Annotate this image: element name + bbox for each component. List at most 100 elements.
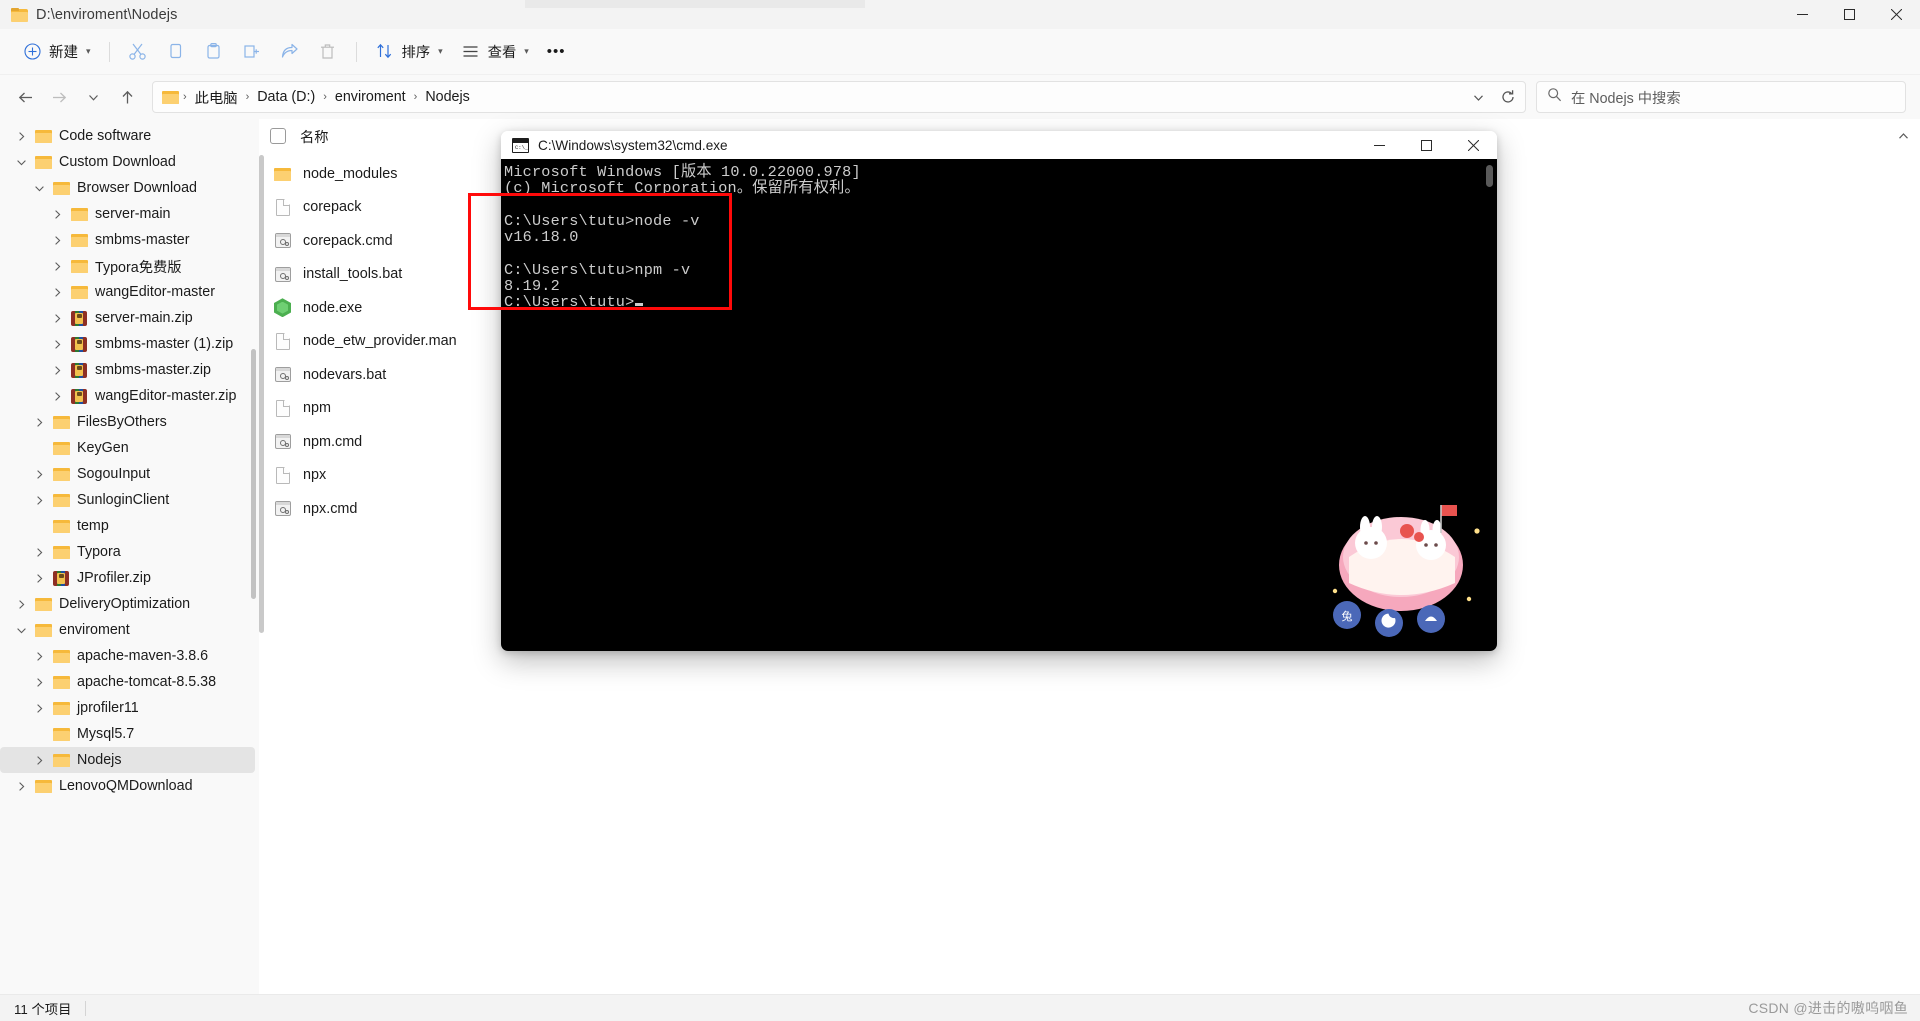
- share-button[interactable]: [271, 35, 309, 69]
- breadcrumb-item-2[interactable]: enviroment: [328, 86, 413, 108]
- refresh-button[interactable]: [1493, 83, 1523, 111]
- search-box[interactable]: 在 Nodejs 中搜索: [1536, 81, 1906, 113]
- tree-item-label: wangEditor-master: [95, 284, 215, 300]
- chevron-right-icon[interactable]: [28, 567, 50, 589]
- view-button[interactable]: 查看 ▾: [452, 35, 538, 69]
- chevron-right-icon[interactable]: [28, 697, 50, 719]
- tree-item-temp[interactable]: temp: [0, 513, 255, 539]
- scissors-icon: [128, 42, 148, 62]
- chevron-right-icon[interactable]: [28, 541, 50, 563]
- tree-item-smbms-master[interactable]: smbms-master: [0, 227, 255, 253]
- tree-item-enviroment[interactable]: enviroment: [0, 617, 255, 643]
- tree-item-wangeditor-master[interactable]: wangEditor-master: [0, 279, 255, 305]
- navigation-pane: Code software Custom Download Browser Down…: [0, 119, 259, 994]
- more-options-button[interactable]: •••: [538, 35, 575, 69]
- chevron-right-icon[interactable]: [46, 359, 68, 381]
- tree-item-jprofiler-zip[interactable]: JProfiler.zip: [0, 565, 255, 591]
- window-title: D:\enviroment\Nodejs: [36, 6, 178, 23]
- tree-item-browser-download[interactable]: Browser Download: [0, 175, 255, 201]
- tree-item-label: SogouInput: [77, 466, 151, 482]
- chevron-right-icon[interactable]: [28, 671, 50, 693]
- tree-item-server-main[interactable]: server-main: [0, 201, 255, 227]
- chevron-right-icon[interactable]: [46, 333, 68, 355]
- chevron-right-icon[interactable]: [46, 307, 68, 329]
- breadcrumb-item-1[interactable]: Data (D:): [250, 86, 322, 108]
- sidebar-scrollbar-thumb[interactable]: [251, 349, 256, 599]
- rename-button[interactable]: [233, 35, 271, 69]
- chevron-right-icon[interactable]: [28, 489, 50, 511]
- zip-archive-icon: [68, 387, 90, 405]
- chevron-right-icon[interactable]: [28, 645, 50, 667]
- tree-item-filesbyothers[interactable]: FilesByOthers: [0, 409, 255, 435]
- sort-button[interactable]: 排序 ▾: [366, 35, 452, 69]
- chevron-down-icon[interactable]: [10, 151, 32, 173]
- collapse-chevron-icon[interactable]: [1886, 119, 1920, 153]
- tree-item-jprofiler11[interactable]: jprofiler11: [0, 695, 255, 721]
- more-options-label: •••: [546, 43, 566, 60]
- folder-icon: [50, 465, 72, 483]
- chevron-right-icon[interactable]: [10, 775, 32, 797]
- chevron-right-icon[interactable]: [46, 255, 68, 277]
- file-pane-scrollbar[interactable]: [259, 155, 264, 633]
- cmd-minimize-button[interactable]: [1356, 131, 1403, 159]
- tree-item-mysql5-7[interactable]: Mysql5.7: [0, 721, 255, 747]
- tree-item-label: wangEditor-master.zip: [95, 388, 237, 404]
- tree-item-sogouinput[interactable]: SogouInput: [0, 461, 255, 487]
- tree-item-apache-maven-3-8-6[interactable]: apache-maven-3.8.6: [0, 643, 255, 669]
- chevron-right-icon[interactable]: [46, 229, 68, 251]
- chevron-right-icon[interactable]: [28, 463, 50, 485]
- tree-item-apache-tomcat-8-5-38[interactable]: apache-tomcat-8.5.38: [0, 669, 255, 695]
- select-all-checkbox[interactable]: [270, 128, 286, 144]
- close-button[interactable]: [1873, 0, 1920, 29]
- address-dropdown-button[interactable]: [1463, 83, 1493, 111]
- cmd-console-output[interactable]: Microsoft Windows [版本 10.0.22000.978] (c…: [501, 159, 1497, 651]
- tree-item-wangeditor-master-zip[interactable]: wangEditor-master.zip: [0, 383, 255, 409]
- tree-item-nodejs[interactable]: Nodejs: [0, 747, 255, 773]
- chevron-right-icon[interactable]: [46, 385, 68, 407]
- tree-item-custom-download[interactable]: Custom Download: [0, 149, 255, 175]
- tree-item-typora[interactable]: Typora: [0, 539, 255, 565]
- column-header-name[interactable]: 名称: [300, 126, 329, 147]
- back-button[interactable]: [8, 81, 42, 113]
- address-bar[interactable]: › 此电脑 › Data (D:) › enviroment › Nodejs: [152, 81, 1526, 113]
- chevron-right-icon[interactable]: [10, 125, 32, 147]
- chevron-down-icon[interactable]: [10, 619, 32, 641]
- tree-item-typora[interactable]: Typora免费版: [0, 253, 255, 279]
- chevron-right-icon[interactable]: [46, 203, 68, 225]
- chevron-right-icon[interactable]: [28, 411, 50, 433]
- tree-item-code-software[interactable]: Code software: [0, 123, 255, 149]
- paste-button[interactable]: [195, 35, 233, 69]
- tree-item-server-main-zip[interactable]: server-main.zip: [0, 305, 255, 331]
- chevron-right-icon[interactable]: [28, 749, 50, 771]
- chevron-right-icon[interactable]: [10, 593, 32, 615]
- tree-item-label: Code software: [59, 128, 152, 144]
- recent-locations-button[interactable]: [76, 81, 110, 113]
- breadcrumb-item-0[interactable]: 此电脑: [188, 84, 245, 111]
- folder-icon: [11, 7, 28, 22]
- up-button[interactable]: [110, 81, 144, 113]
- cut-button[interactable]: [119, 35, 157, 69]
- zip-archive-icon: [50, 569, 72, 587]
- delete-button[interactable]: [309, 35, 347, 69]
- chevron-right-icon[interactable]: [46, 281, 68, 303]
- cmd-scrollbar-thumb[interactable]: [1486, 165, 1493, 187]
- tree-item-deliveryoptimization[interactable]: DeliveryOptimization: [0, 591, 255, 617]
- search-input[interactable]: 在 Nodejs 中搜索: [1571, 87, 1681, 108]
- command-bar: 新建 ▾ 排序 ▾ 查看 ▾ •••: [0, 29, 1920, 75]
- cmd-close-button[interactable]: [1450, 131, 1497, 159]
- tree-item-smbms-master-1-zip[interactable]: smbms-master (1).zip: [0, 331, 255, 357]
- chevron-down-icon[interactable]: [28, 177, 50, 199]
- tree-item-sunloginclient[interactable]: SunloginClient: [0, 487, 255, 513]
- forward-button[interactable]: [42, 81, 76, 113]
- tree-item-lenovoqmdownload[interactable]: LenovoQMDownload: [0, 773, 255, 799]
- new-button[interactable]: 新建 ▾: [13, 35, 100, 69]
- minimize-button[interactable]: [1779, 0, 1826, 29]
- folder-icon: [32, 153, 54, 171]
- copy-button[interactable]: [157, 35, 195, 69]
- tree-item-keygen[interactable]: KeyGen: [0, 435, 255, 461]
- maximize-button[interactable]: [1826, 0, 1873, 29]
- tree-item-smbms-master-zip[interactable]: smbms-master.zip: [0, 357, 255, 383]
- cmd-maximize-button[interactable]: [1403, 131, 1450, 159]
- breadcrumb-item-3[interactable]: Nodejs: [418, 86, 477, 108]
